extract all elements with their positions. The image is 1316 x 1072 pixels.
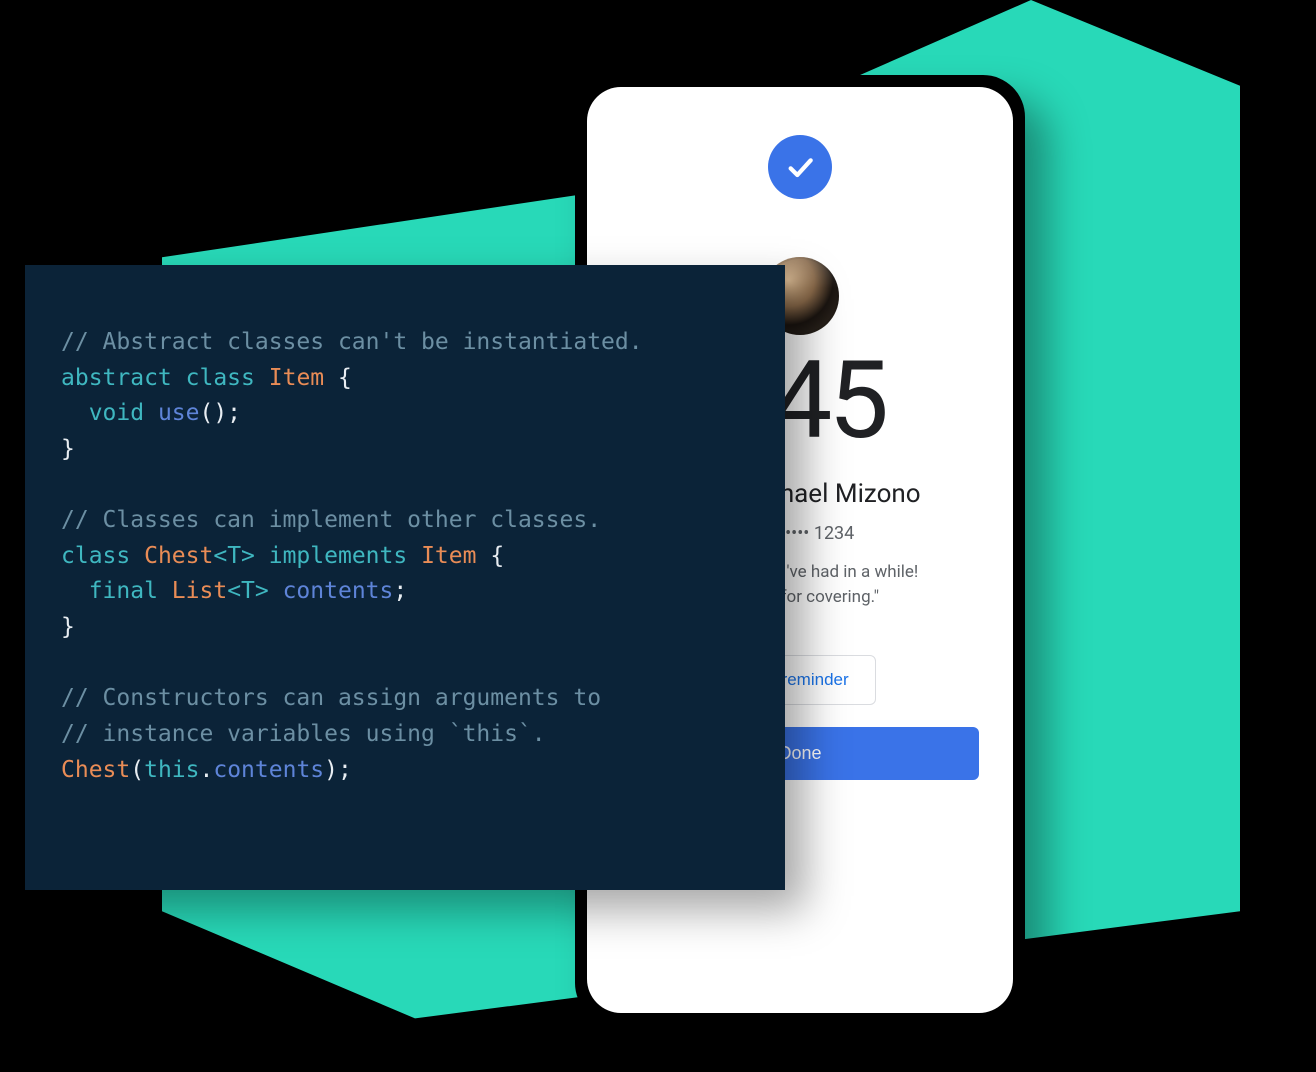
code-text: } — [61, 436, 75, 462]
code-field: contents — [269, 578, 394, 604]
code-comment: // Abstract classes can't be instantiate… — [61, 329, 643, 355]
code-text: { — [324, 365, 352, 391]
code-comment: // Classes can implement other classes. — [61, 507, 601, 533]
code-generic: <T> — [213, 543, 255, 569]
code-type: Item — [269, 365, 324, 391]
code-keyword: void — [61, 400, 144, 426]
code-comment: // instance variables using `this`. — [61, 721, 546, 747]
code-text: . — [200, 757, 214, 783]
code-type: Chest — [61, 757, 130, 783]
code-text: ( — [130, 757, 144, 783]
code-comment: // Constructors can assign arguments to — [61, 685, 601, 711]
code-text: ; — [393, 578, 407, 604]
code-method: use — [144, 400, 199, 426]
success-check-icon — [768, 135, 832, 199]
code-keyword: class — [61, 543, 130, 569]
code-text: (); — [199, 400, 241, 426]
code-type: List — [158, 578, 227, 604]
code-panel: // Abstract classes can't be instantiate… — [25, 265, 785, 890]
code-type: Chest — [130, 543, 213, 569]
code-keyword: class — [186, 365, 255, 391]
code-text: } — [61, 614, 75, 640]
code-generic: <T> — [227, 578, 269, 604]
code-keyword: final — [61, 578, 158, 604]
code-keyword: abstract — [61, 365, 172, 391]
code-text: { — [476, 543, 504, 569]
code-keyword: implements — [255, 543, 407, 569]
code-type: Item — [407, 543, 476, 569]
code-field: contents — [213, 757, 324, 783]
code-keyword: this — [144, 757, 199, 783]
code-text: ); — [324, 757, 352, 783]
